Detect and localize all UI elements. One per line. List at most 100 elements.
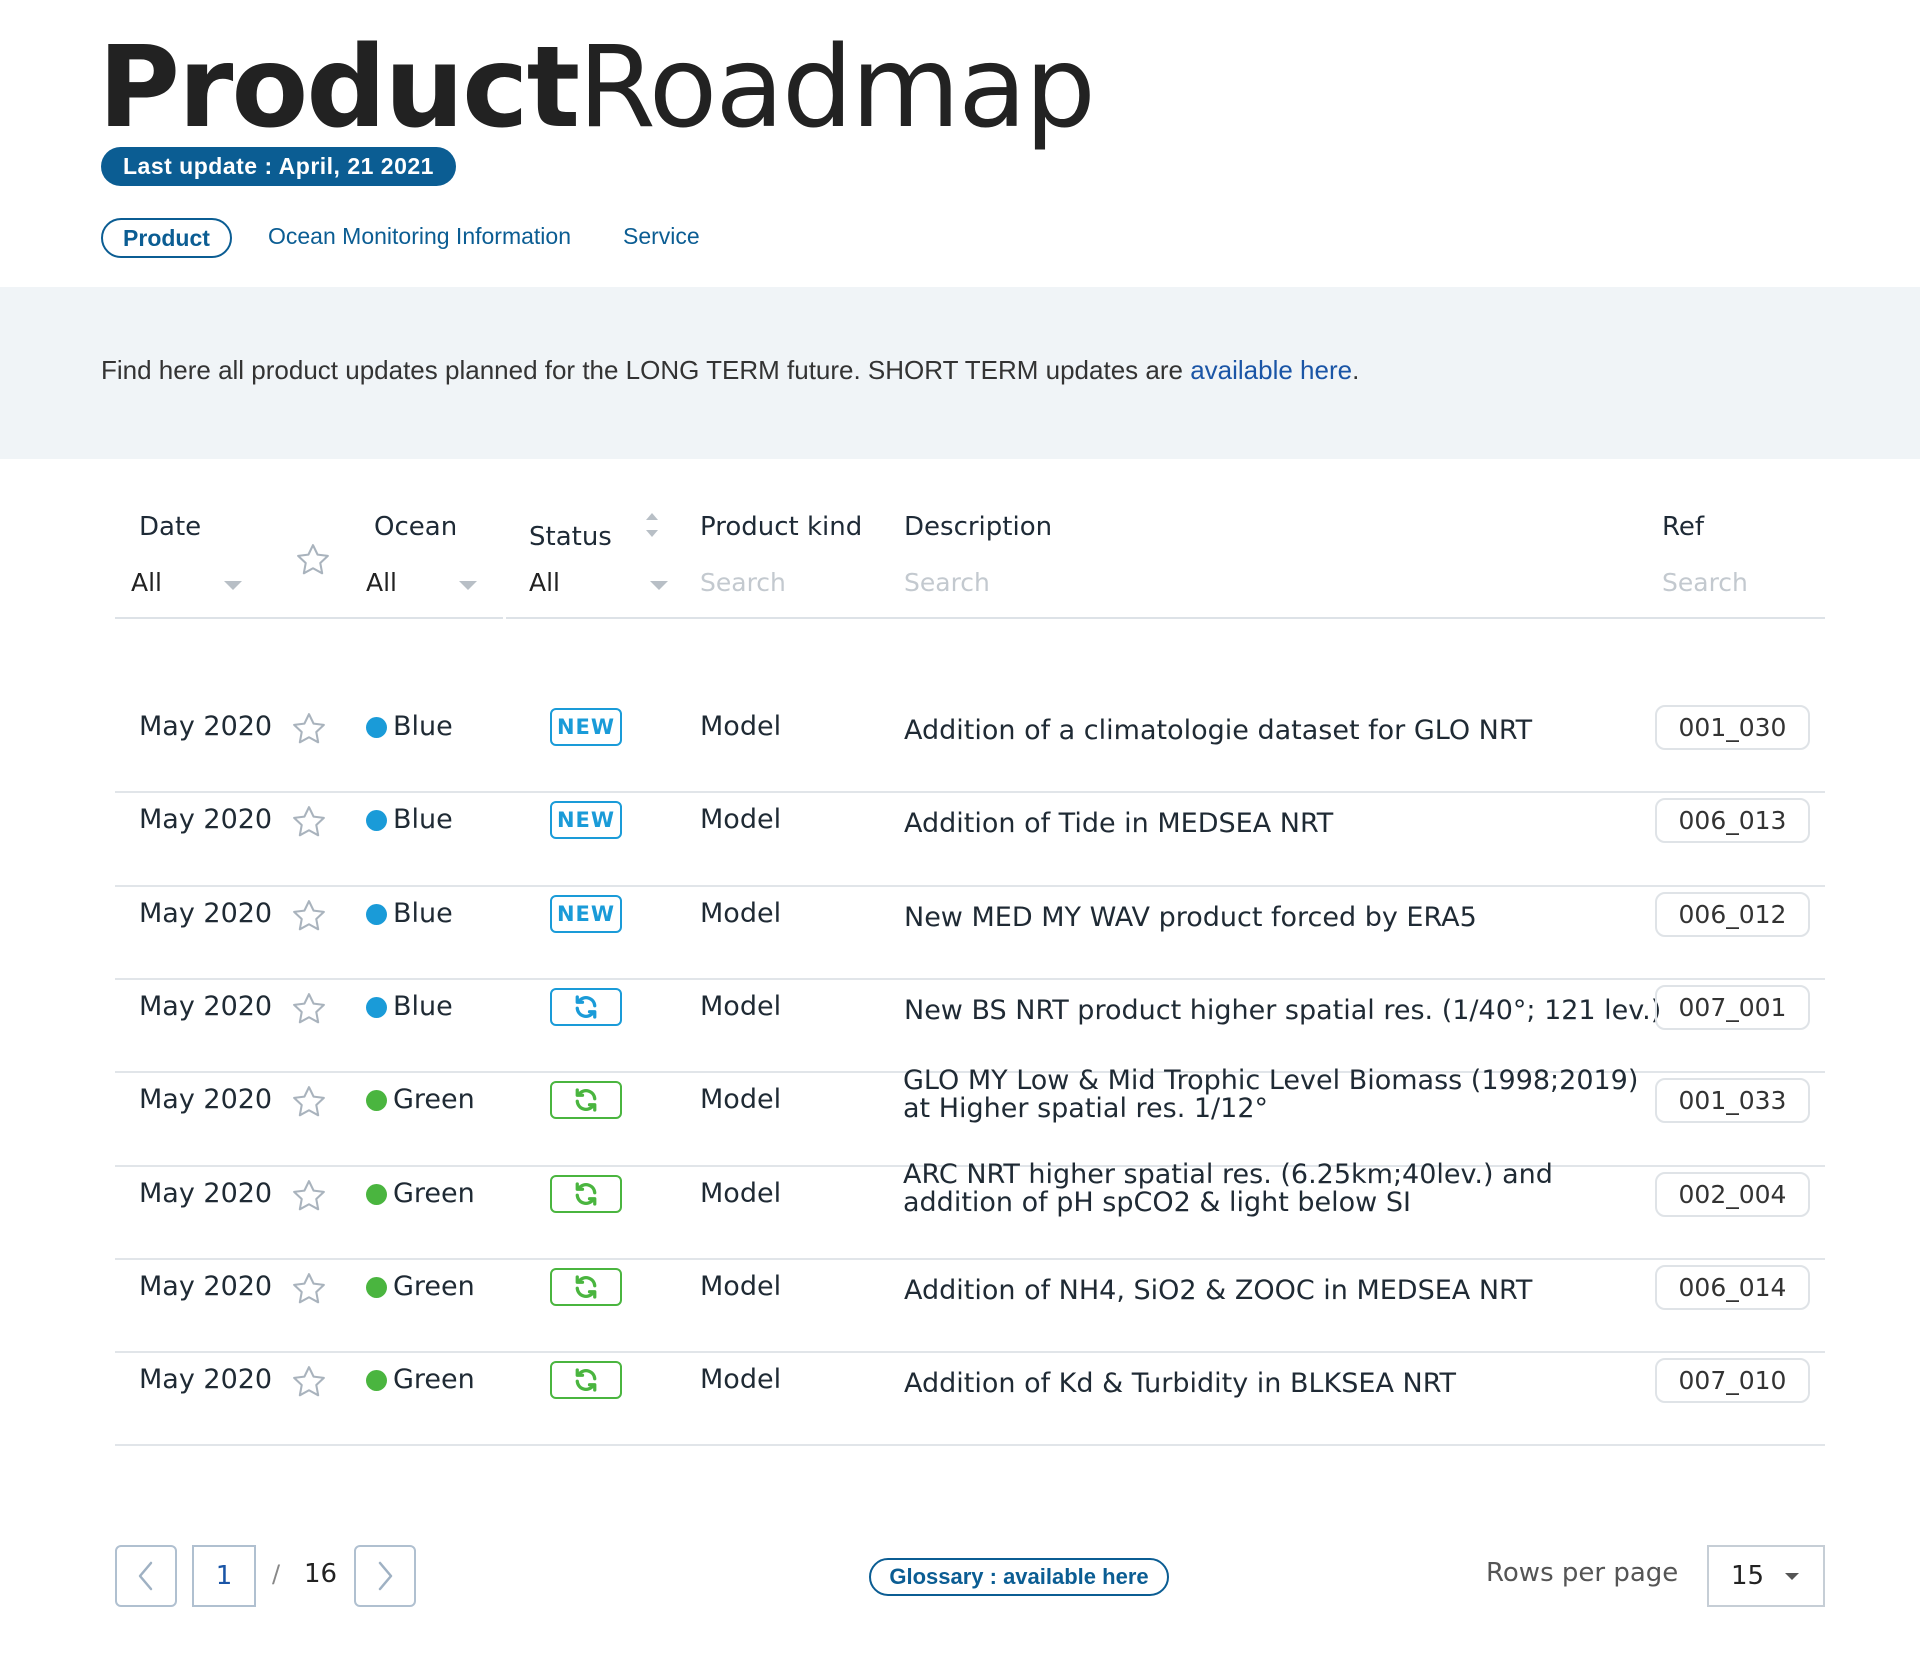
- row-ref-pill[interactable]: 006_013: [1655, 798, 1810, 844]
- status-update-badge: [550, 1267, 622, 1306]
- ocean-color-dot: [366, 717, 387, 738]
- date-filter-caret-icon[interactable]: [224, 581, 242, 590]
- page-title-light: Roadmap: [578, 23, 1096, 153]
- row-ref-pill[interactable]: 006_014: [1655, 1264, 1810, 1310]
- row-date: May 2020: [139, 1270, 273, 1302]
- column-header-ref: Ref: [1662, 512, 1705, 542]
- row-date: May 2020: [139, 1364, 273, 1396]
- status-update-badge: [550, 1081, 622, 1120]
- row-divider: [115, 1351, 1825, 1353]
- favorite-star-icon[interactable]: [290, 710, 328, 748]
- ocean-color-dot: [366, 1183, 387, 1205]
- status-filter-value[interactable]: All: [529, 568, 560, 597]
- sort-arrows-icon[interactable]: [643, 508, 661, 542]
- row-ocean: Green: [393, 1364, 475, 1396]
- column-header-ocean[interactable]: Ocean: [374, 512, 457, 542]
- row-divider: [115, 978, 1825, 980]
- column-header-date[interactable]: Date: [139, 512, 201, 542]
- chevron-left-icon: [138, 1561, 153, 1591]
- refresh-icon: [575, 1275, 597, 1299]
- row-description-line1: ARC NRT higher spatial res. (6.25km;40le…: [903, 1158, 1553, 1190]
- row-ref-pill[interactable]: 006_012: [1655, 891, 1810, 937]
- favorite-star-icon[interactable]: [290, 1270, 328, 1308]
- row-description-line2: at Higher spatial res. 1/12°: [903, 1093, 1269, 1125]
- row-product-kind: Model: [700, 897, 782, 929]
- row-product-kind: Model: [700, 1177, 782, 1209]
- refresh-icon: [575, 1181, 597, 1206]
- status-new-badge: NEW: [550, 801, 622, 840]
- row-date: May 2020: [139, 1177, 273, 1209]
- product-kind-search-input[interactable]: Search: [700, 568, 786, 597]
- favorite-star-icon[interactable]: [290, 1177, 328, 1215]
- row-ref-pill[interactable]: 001_030: [1655, 705, 1810, 750]
- status-new-badge: NEW: [550, 708, 622, 746]
- favorites-header-star-icon[interactable]: [294, 541, 332, 579]
- row-date: May 2020: [139, 804, 273, 836]
- status-update-badge: [550, 1174, 622, 1213]
- description-search-input[interactable]: Search: [904, 568, 990, 597]
- row-ref-pill[interactable]: 001_033: [1655, 1078, 1810, 1124]
- caret-down-icon: [1785, 1573, 1799, 1580]
- row-ref-pill[interactable]: 007_001: [1655, 984, 1810, 1030]
- row-date: May 2020: [139, 711, 273, 742]
- row-description-line1: GLO MY Low & Mid Trophic Level Biomass (…: [903, 1065, 1639, 1097]
- row-ocean: Blue: [393, 804, 453, 836]
- page-separator: /: [272, 1560, 281, 1588]
- favorite-star-icon[interactable]: [290, 1083, 328, 1121]
- ocean-color-dot: [366, 810, 387, 832]
- column-header-description: Description: [904, 512, 1053, 542]
- row-date: May 2020: [139, 990, 273, 1022]
- favorite-star-icon[interactable]: [290, 1363, 328, 1401]
- row-ref-pill[interactable]: 002_004: [1655, 1171, 1810, 1217]
- column-header-status[interactable]: Status: [529, 522, 612, 552]
- status-filter-caret-icon[interactable]: [650, 581, 668, 590]
- row-product-kind: Model: [700, 804, 782, 836]
- row-ocean: Green: [393, 1084, 475, 1116]
- row-product-kind: Model: [700, 711, 782, 742]
- short-term-link[interactable]: available here: [1190, 355, 1352, 385]
- date-filter-value[interactable]: All: [131, 568, 162, 597]
- column-header-product-kind: Product kind: [700, 512, 863, 542]
- header-underline-left: [115, 617, 503, 619]
- row-description-line2: addition of pH spCO2 & light below SI: [903, 1186, 1411, 1218]
- ocean-color-dot: [366, 1090, 387, 1112]
- row-product-kind: Model: [700, 1364, 782, 1396]
- info-text-end: .: [1352, 355, 1360, 385]
- rows-per-page-select[interactable]: 15: [1707, 1545, 1825, 1607]
- tab-product[interactable]: Product: [101, 218, 232, 258]
- next-page-button[interactable]: [354, 1545, 416, 1607]
- row-divider: [115, 1444, 1825, 1446]
- row-description: Addition of Tide in MEDSEA NRT: [904, 808, 1334, 840]
- refresh-icon: [575, 995, 597, 1019]
- info-text-body: Find here all product updates planned fo…: [101, 355, 1191, 385]
- info-text: Find here all product updates planned fo…: [101, 355, 1359, 386]
- favorite-star-icon[interactable]: [290, 803, 328, 841]
- current-page-input[interactable]: 1: [192, 1545, 256, 1607]
- header-underline-right: [506, 617, 1825, 619]
- glossary-link-button[interactable]: Glossary : available here: [869, 1558, 1169, 1596]
- favorite-star-icon[interactable]: [290, 897, 328, 935]
- previous-page-button[interactable]: [115, 1545, 177, 1607]
- ocean-filter-value[interactable]: All: [366, 568, 397, 597]
- row-ocean: Blue: [393, 990, 453, 1022]
- tab-service[interactable]: Service: [623, 218, 700, 258]
- row-description: New BS NRT product higher spatial res. (…: [904, 994, 1662, 1026]
- ref-search-input[interactable]: Search: [1662, 568, 1748, 597]
- status-new-badge: NEW: [550, 894, 622, 933]
- tab-ocean-monitoring-information[interactable]: Ocean Monitoring Information: [268, 218, 571, 258]
- row-divider: [115, 885, 1825, 887]
- row-description: Addition of NH4, SiO2 & ZOOC in MEDSEA N…: [904, 1274, 1533, 1306]
- last-update-badge: Last update : April, 21 2021: [101, 147, 456, 186]
- refresh-icon: [575, 1368, 597, 1392]
- row-ocean: Blue: [393, 711, 453, 742]
- row-product-kind: Model: [700, 1270, 782, 1302]
- status-update-badge: [550, 987, 622, 1026]
- ocean-filter-caret-icon[interactable]: [459, 581, 477, 590]
- rows-per-page-label: Rows per page: [1486, 1558, 1679, 1588]
- row-description: Addition of Kd & Turbidity in BLKSEA NRT: [904, 1368, 1456, 1400]
- row-date: May 2020: [139, 897, 273, 929]
- row-ref-pill[interactable]: 007_010: [1655, 1358, 1810, 1404]
- ocean-color-dot: [366, 1370, 387, 1392]
- favorite-star-icon[interactable]: [290, 990, 328, 1028]
- ocean-color-dot: [366, 903, 387, 925]
